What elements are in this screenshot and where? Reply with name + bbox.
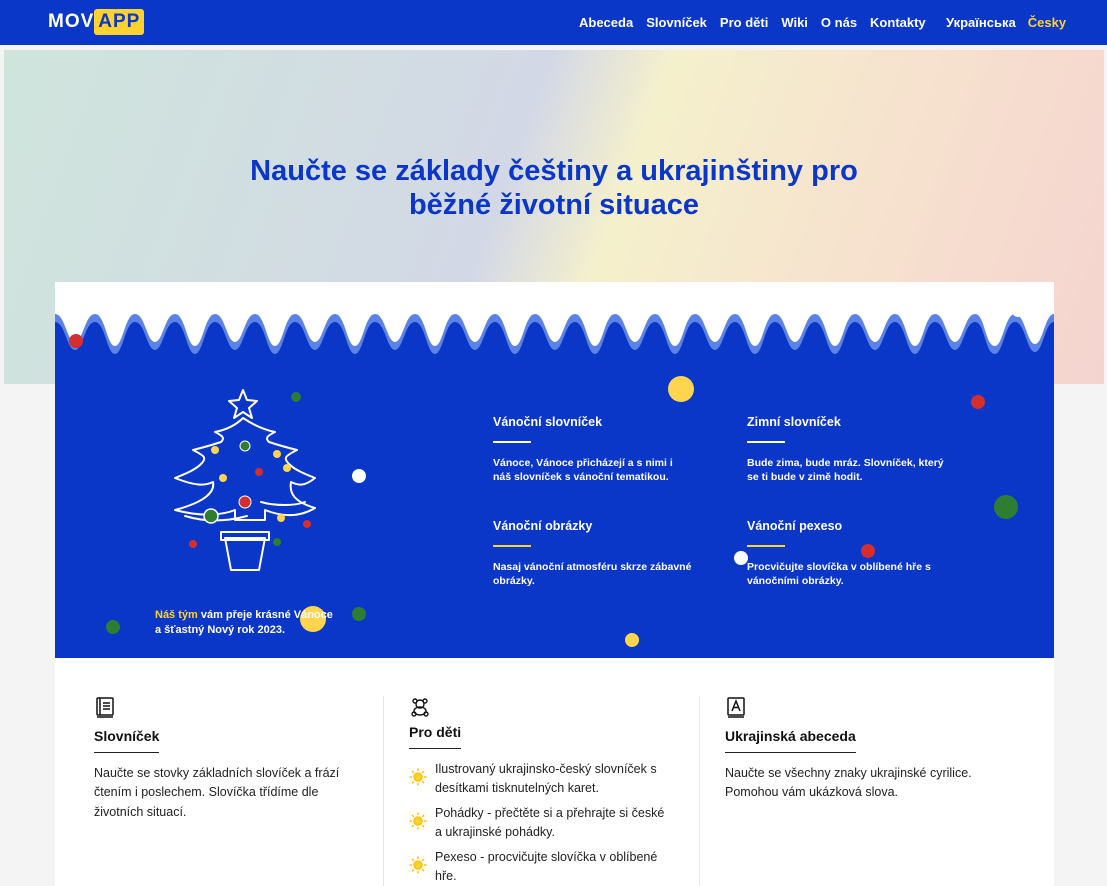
card-slovnicek[interactable]: Slovníček Naučte se stovky základních sl…: [94, 658, 374, 886]
list-item[interactable]: Pexeso - procvičujte slovíčka v oblíbené…: [409, 848, 669, 886]
nav-link-abeceda[interactable]: Abeceda: [579, 15, 633, 30]
ornament-dot: [734, 551, 748, 565]
christmas-banner[interactable]: Náš tým vám přeje krásné Vánoce a šťastn…: [55, 282, 1054, 658]
lang-ukrainian-link[interactable]: Українська: [946, 15, 1016, 30]
teddy-bear-icon: [411, 698, 429, 717]
feature-cards: Slovníček Naučte se stovky základních sl…: [55, 658, 1054, 886]
greeting-text-line2: a šťastný Nový rok 2023.: [155, 623, 286, 636]
hero-title: Naučte se základy češtiny a ukrajinštiny…: [4, 154, 1104, 222]
feature-description: Bude zima, bude mráz. Slovníček, který s…: [747, 457, 944, 483]
feature-christmas-pexeso[interactable]: Vánoční pexeso Procvičujte slovíčka v ob…: [747, 519, 947, 588]
christmas-greeting: Náš tým vám přeje krásné Vánoce a šťastn…: [155, 608, 355, 638]
ornament-dot: [106, 620, 120, 634]
logo-text-mov: MOV: [48, 11, 95, 32]
card-text: Naučte se všechny znaky ukrajinské cyril…: [725, 766, 972, 800]
list-item[interactable]: Ilustrovaný ukrajinsko-český slovníček s…: [409, 760, 669, 799]
feature-title: Vánoční pexeso: [747, 519, 843, 533]
card-pro-deti[interactable]: Pro děti Ilustrovaný ukrajinsko-český sl…: [409, 658, 679, 886]
ornament-dot: [69, 334, 83, 348]
feature-title: Zimní slovníček: [747, 415, 841, 429]
ornament-dot: [994, 495, 1018, 519]
ornament-dot: [668, 376, 694, 402]
card-title[interactable]: Pro děti: [409, 724, 462, 749]
main-nav: Abeceda Slovníček Pro děti Wiki O nás Ko…: [579, 15, 939, 30]
feature-underline: [493, 545, 531, 547]
christmas-tree-illustration: [174, 389, 316, 571]
sun-icon: [409, 812, 427, 830]
nav-link-kontakty[interactable]: Kontakty: [870, 15, 926, 30]
feature-underline: [747, 545, 785, 547]
top-navbar: MOV APP Abeceda Slovníček Pro děti Wiki …: [0, 0, 1107, 45]
ornament-dot: [352, 469, 366, 483]
list-item-text: Pexeso - procvičujte slovíčka v oblíbené…: [435, 849, 658, 883]
column-divider: [699, 696, 700, 886]
ornament-dot: [971, 395, 985, 409]
sun-icon: [409, 768, 427, 786]
feature-underline: [493, 441, 531, 443]
lang-czech-link[interactable]: Česky: [1028, 15, 1066, 30]
language-switcher: Українська Česky: [946, 15, 1066, 30]
kids-feature-list: Ilustrovaný ukrajinsko-český slovníček s…: [409, 760, 669, 886]
nav-link-o-nas[interactable]: O nás: [821, 15, 857, 30]
card-text: Naučte se stovky základních slovíček a f…: [94, 766, 340, 819]
greeting-team-link[interactable]: Náš tým: [155, 609, 198, 621]
feature-description: Vánoce, Vánoce přicházejí a s nimi i náš…: [493, 457, 673, 483]
list-item-text: Pohádky - přečtěte si a přehrajte si čes…: [435, 805, 665, 840]
logo-text-app: APP: [94, 9, 145, 35]
greeting-text-line1: vám přeje krásné Vánoce: [197, 609, 333, 621]
ornament-dot: [625, 633, 639, 647]
hero-title-line2: běžné životní situace: [408, 189, 700, 222]
feature-description: Procvičujte slovíčka v oblíbené hře s vá…: [747, 561, 931, 587]
hero-title-line1: Naučte se základy češtiny a ukrajinštiny…: [250, 155, 858, 187]
feature-christmas-pictures[interactable]: Vánoční obrázky Nasaj vánoční atmosféru …: [493, 519, 693, 588]
nav-link-pro-deti[interactable]: Pro děti: [720, 15, 768, 30]
nav-link-slovnicek[interactable]: Slovníček: [646, 15, 707, 30]
list-item[interactable]: Pohádky - přečtěte si a přehrajte si čes…: [409, 804, 669, 843]
snow-icicles-decoration: [55, 282, 1054, 354]
feature-title: Vánoční obrázky: [493, 519, 593, 533]
card-title[interactable]: Ukrajinská abeceda: [725, 728, 856, 753]
feature-title: Vánoční slovníček: [493, 415, 603, 429]
feature-underline: [747, 441, 785, 443]
movapp-logo[interactable]: MOV APP: [48, 9, 145, 35]
nav-link-wiki[interactable]: Wiki: [781, 15, 808, 30]
feature-christmas-vocabulary[interactable]: Vánoční slovníček Vánoce, Vánoce přicház…: [493, 415, 693, 484]
ornament-dot: [1012, 305, 1024, 317]
book-icon: [96, 697, 114, 718]
feature-winter-vocabulary[interactable]: Zimní slovníček Bude zima, bude mráz. Sl…: [747, 415, 947, 484]
feature-description: Nasaj vánoční atmosféru skrze zábavné ob…: [493, 561, 692, 587]
card-title[interactable]: Slovníček: [94, 728, 160, 753]
column-divider: [383, 696, 384, 886]
list-item-text: Ilustrovaný ukrajinsko-český slovníček s…: [435, 762, 657, 796]
card-ukrajinska-abeceda[interactable]: Ukrajinská abeceda Naučte se všechny zna…: [725, 658, 1015, 886]
sun-icon: [409, 856, 427, 873]
alphabet-book-icon: [727, 697, 745, 718]
